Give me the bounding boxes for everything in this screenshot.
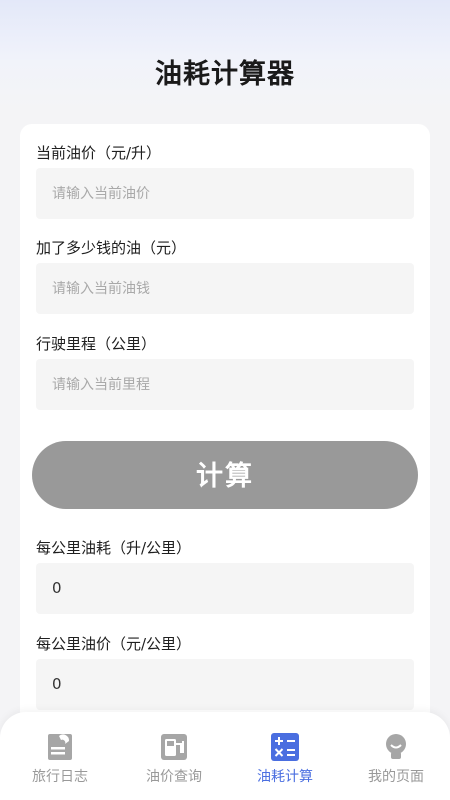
calculate-button[interactable]: 计算	[32, 441, 418, 509]
distance-label: 行驶里程（公里）	[36, 335, 157, 353]
journal-icon	[48, 734, 72, 760]
tab-profile[interactable]: 我的页面	[340, 712, 450, 800]
consumption-value: 0	[36, 563, 414, 614]
money-input[interactable]	[36, 263, 414, 314]
tab-fuel-calc[interactable]: 油耗计算	[229, 712, 341, 800]
distance-input[interactable]	[36, 359, 414, 410]
tab-label-profile: 我的页面	[368, 769, 424, 785]
price-label: 当前油价（元/升）	[36, 144, 162, 162]
price-input[interactable]	[36, 168, 414, 219]
consumption-label: 每公里油耗（升/公里）	[36, 539, 192, 557]
tab-label-fuel-calc: 油耗计算	[257, 769, 313, 785]
page-title: 油耗计算器	[155, 59, 295, 90]
tab-travel-log[interactable]: 旅行日志	[4, 712, 116, 800]
cost-label: 每公里油价（元/公里）	[36, 635, 192, 653]
profile-icon	[386, 734, 406, 759]
fuel-pump-icon	[161, 734, 187, 760]
tab-label-fuel-price: 油价查询	[146, 769, 202, 785]
money-label: 加了多少钱的油（元）	[36, 239, 187, 257]
tab-bar: 旅行日志 油价查询 油耗计算 我的页面	[0, 712, 450, 800]
tab-fuel-price[interactable]: 油价查询	[118, 712, 230, 800]
tab-label-travel-log: 旅行日志	[32, 769, 88, 785]
cost-value: 0	[36, 659, 414, 710]
calculator-icon	[271, 733, 299, 761]
